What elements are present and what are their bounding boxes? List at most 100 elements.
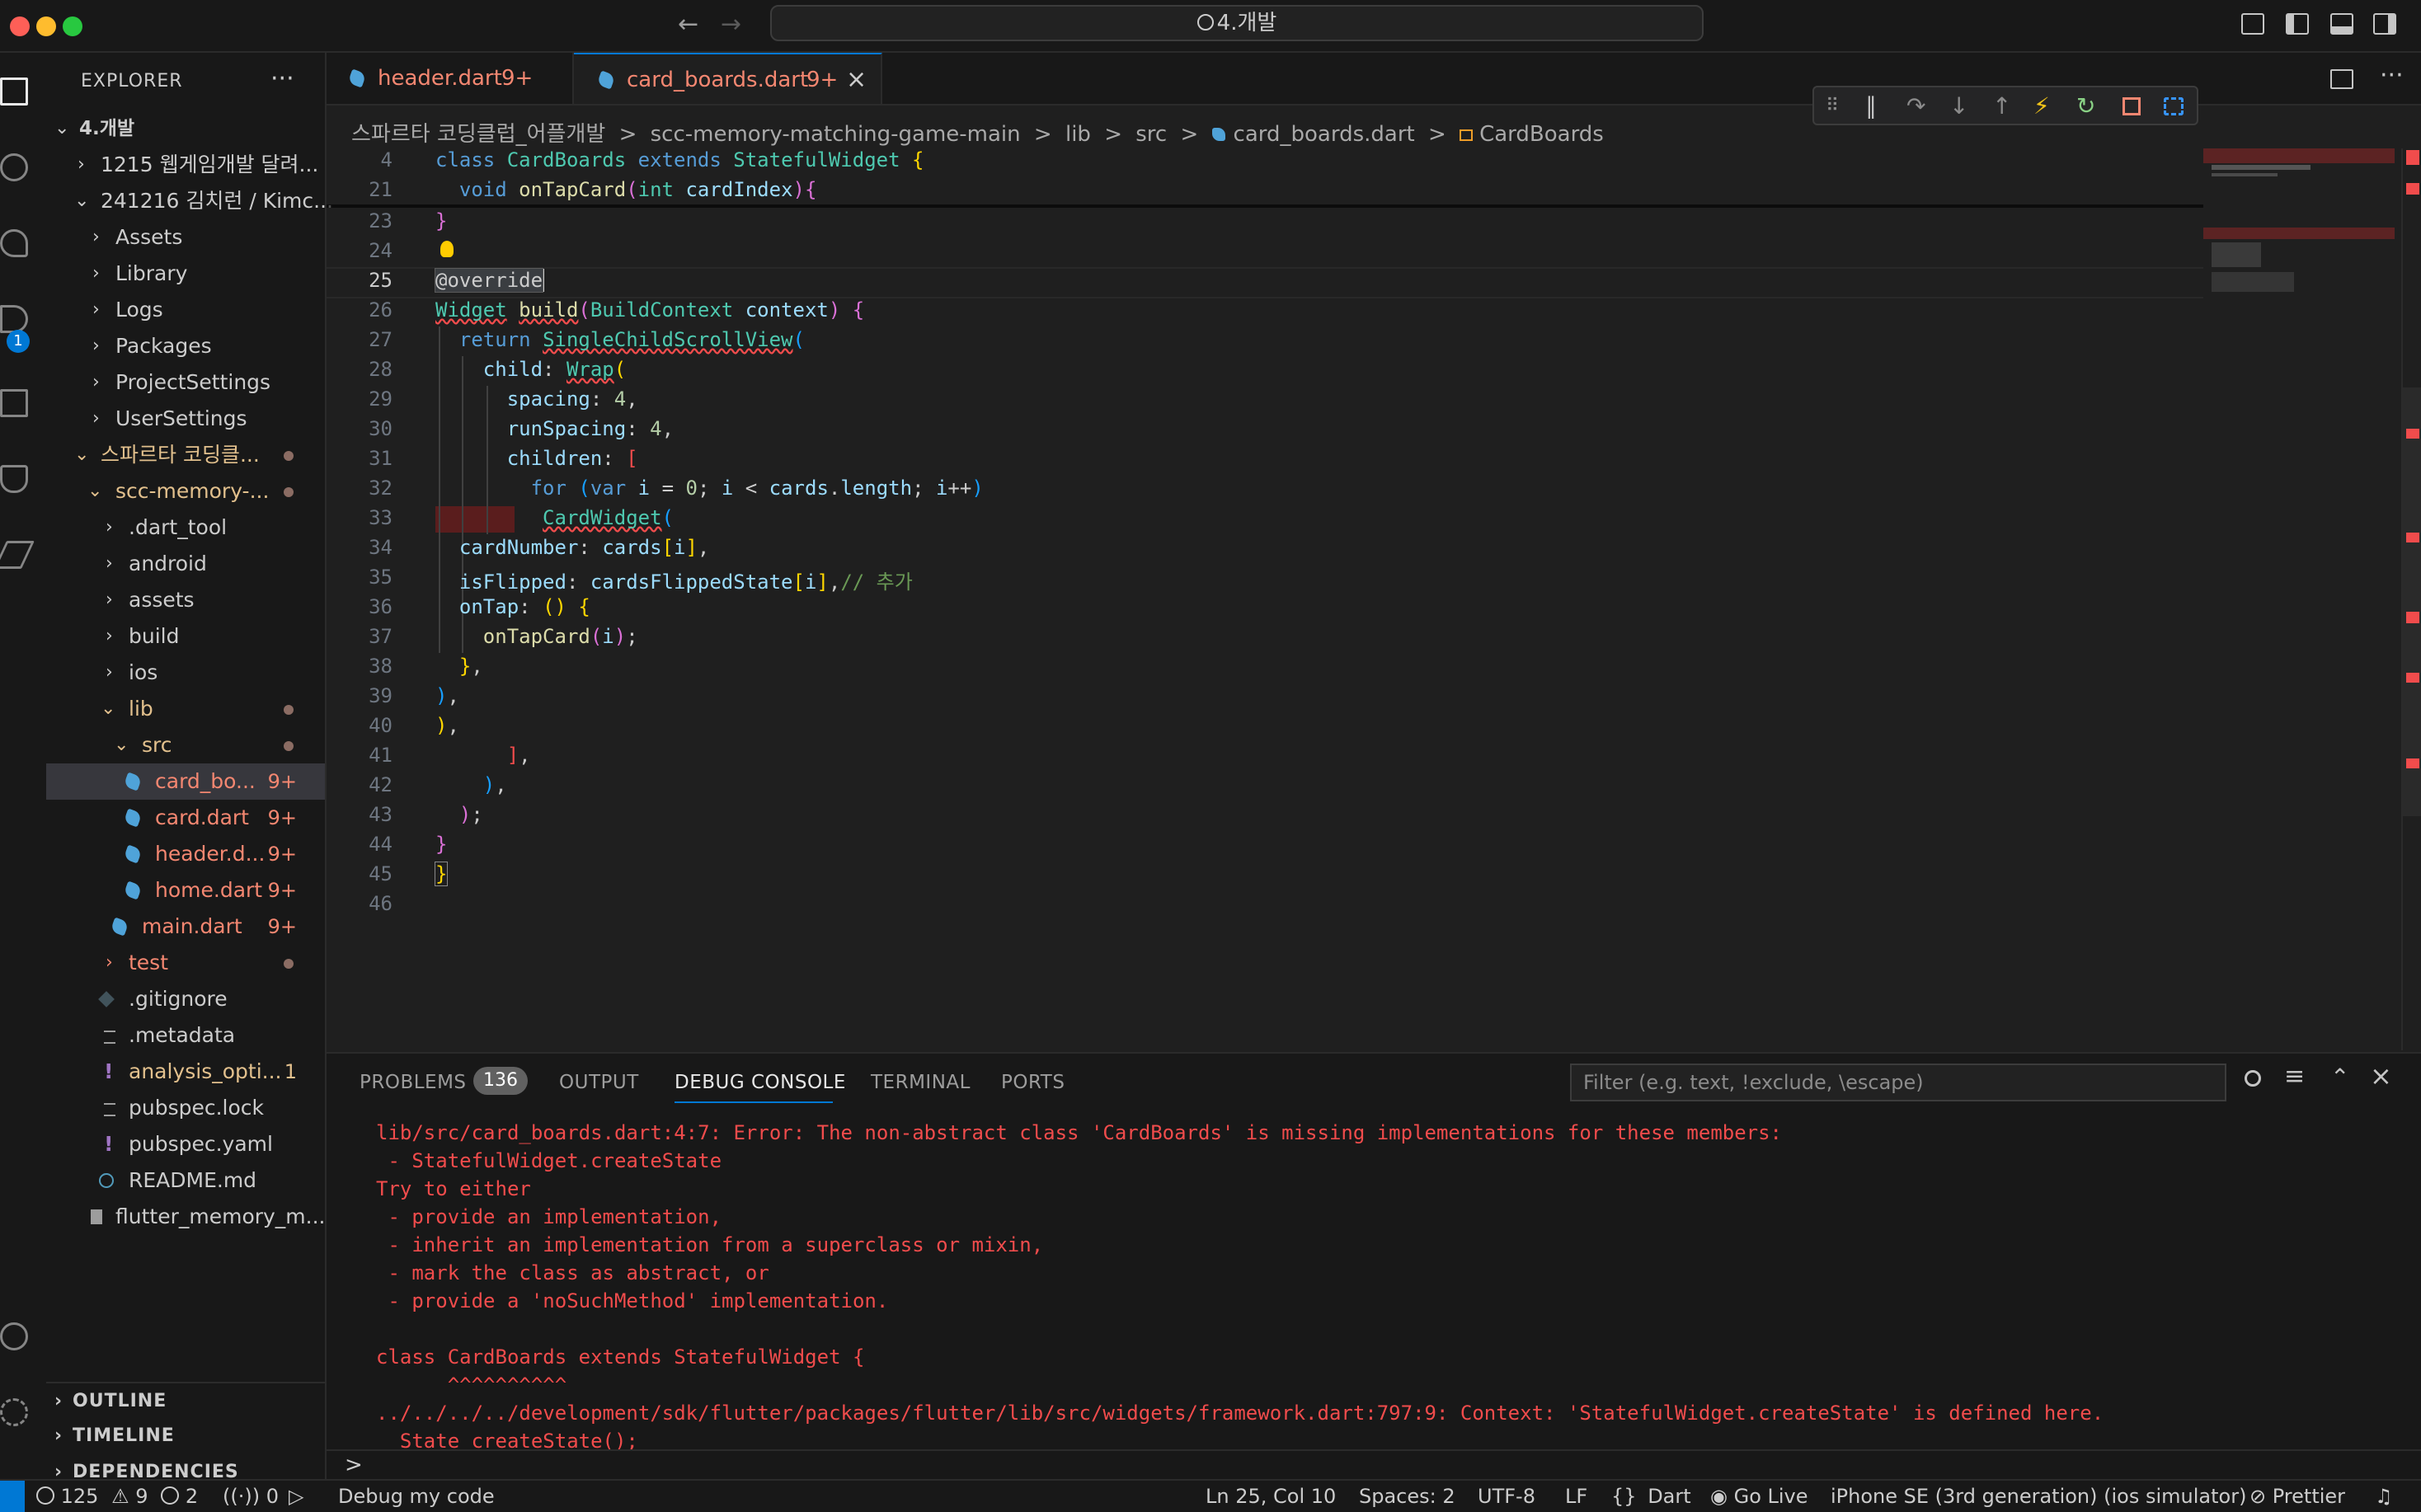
explorer-icon[interactable] — [0, 77, 28, 106]
tree-folder[interactable]: › android — [46, 546, 325, 582]
breadcrumb-item[interactable]: src — [1135, 122, 1167, 147]
lightbulb-icon[interactable] — [440, 241, 454, 257]
tree-folder[interactable]: › ProjectSettings — [46, 364, 325, 401]
customize-layout-icon[interactable] — [2241, 13, 2264, 35]
breadcrumb-item[interactable]: card_boards.dart — [1234, 122, 1415, 147]
tree-file[interactable]: main.dart 9+ — [46, 909, 325, 945]
step-out-icon[interactable]: ↑ — [1992, 94, 2011, 119]
tree-file[interactable]: header.d... 9+ — [46, 836, 325, 872]
tab-header-dart[interactable]: header.dart 9+ — [327, 53, 574, 104]
eol-status[interactable]: LF — [1565, 1481, 1587, 1512]
debug-config-status[interactable]: Debug my code — [338, 1481, 495, 1512]
flutter-icon[interactable] — [0, 541, 35, 569]
manage-gear-icon[interactable] — [0, 1398, 28, 1426]
tree-folder[interactable]: › build — [46, 618, 325, 655]
tab-debug-console[interactable]: DEBUG CONSOLE — [675, 1072, 846, 1093]
tree-folder[interactable]: › assets — [46, 582, 325, 618]
tree-folder[interactable]: › ios — [46, 655, 325, 691]
go-live-status[interactable]: ◉ Go Live — [1710, 1481, 1808, 1512]
editor-scrollbar[interactable] — [2401, 148, 2421, 1050]
search-view-icon[interactable] — [0, 153, 28, 181]
stop-icon[interactable] — [2122, 97, 2141, 115]
remote-indicator[interactable] — [0, 1481, 25, 1512]
tree-file[interactable]: card.dart 9+ — [46, 800, 325, 836]
back-arrow-icon[interactable]: ← — [678, 10, 698, 39]
step-over-icon[interactable]: ↷ — [1906, 94, 1925, 119]
accounts-icon[interactable] — [0, 1322, 28, 1350]
more-actions-icon[interactable]: ··· — [2380, 61, 2404, 90]
tree-file[interactable]: flutter_memory_m... — [46, 1199, 326, 1235]
breadcrumb-item[interactable]: CardBoards — [1479, 122, 1604, 147]
drag-handle-icon[interactable]: ⠿ — [1826, 94, 1839, 119]
breadcrumb-item[interactable]: 스파르타 코딩클럽_어플개발 — [351, 122, 605, 147]
toggle-panel-icon[interactable] — [2330, 13, 2353, 35]
breadcrumb-item[interactable]: scc-memory-matching-game-main — [651, 122, 1021, 147]
tree-folder[interactable]: ⌄ 241216 김치런 / Kimc... — [46, 183, 333, 219]
tree-file[interactable]: home.dart 9+ — [46, 872, 325, 909]
tree-file[interactable]: README.md — [46, 1162, 325, 1199]
console-filter-input[interactable]: Filter (e.g. text, !exclude, \escape) — [1570, 1064, 2226, 1101]
step-into-icon[interactable]: ↓ — [1949, 94, 1968, 119]
explorer-more-icon[interactable]: ··· — [270, 64, 294, 93]
source-control-icon[interactable] — [0, 229, 28, 257]
extensions-icon[interactable] — [0, 389, 28, 417]
tree-file[interactable]: .metadata — [46, 1017, 325, 1054]
tree-folder[interactable]: ⌄ scc-memory-... — [46, 473, 325, 509]
inspect-widget-icon[interactable] — [2164, 97, 2184, 115]
code-editor[interactable]: 4 21 23 24 25 26 27 28 29 30 31 32 33 34… — [327, 148, 2207, 1050]
tree-root[interactable]: ⌄ 4.개발 — [46, 110, 325, 147]
indentation-status[interactable]: Spaces: 2 — [1359, 1481, 1455, 1512]
close-panel-icon[interactable]: × — [2370, 1060, 2392, 1092]
tree-folder[interactable]: ⌄ 스파르타 코딩클... — [46, 437, 325, 473]
maximize-window-button[interactable] — [63, 16, 82, 36]
language-status[interactable]: {} Dart — [1611, 1481, 1691, 1512]
tree-folder[interactable]: ⌄ lib — [46, 691, 325, 727]
maximize-panel-icon[interactable]: ⌃ — [2330, 1064, 2349, 1091]
tree-file[interactable]: .gitignore — [46, 981, 325, 1017]
command-center-search[interactable]: 4.개발 — [770, 5, 1704, 41]
tab-card-boards-dart[interactable]: card_boards.dart 9+ × — [574, 53, 882, 104]
tree-folder[interactable]: › .dart_tool — [46, 509, 325, 546]
tree-file[interactable]: ! analysis_opti... 1 — [46, 1054, 325, 1090]
outline-section[interactable]: › OUTLINE — [46, 1382, 325, 1420]
tree-folder[interactable]: › Packages — [46, 328, 325, 364]
restart-icon[interactable]: ↻ — [2076, 94, 2095, 119]
tree-folder[interactable]: › Logs — [46, 292, 325, 328]
problems-status[interactable]: 125 ⚠ 9 2 — [36, 1481, 198, 1512]
console-input[interactable]: > — [327, 1449, 2421, 1482]
tree-folder[interactable]: › 1215 웹게임개발 달려... — [46, 147, 325, 183]
tree-folder[interactable]: ⌄ src — [46, 727, 325, 763]
scrollbar-thumb[interactable] — [2403, 387, 2421, 816]
encoding-status[interactable]: UTF-8 — [1478, 1481, 1535, 1512]
tab-close-icon[interactable]: × — [846, 54, 867, 106]
forward-arrow-icon[interactable]: → — [721, 10, 741, 39]
tab-terminal[interactable]: TERMINAL — [871, 1072, 971, 1093]
tree-file[interactable]: pubspec.lock — [46, 1090, 325, 1126]
testing-icon[interactable] — [0, 465, 28, 493]
clear-console-icon[interactable]: ≡ — [2284, 1062, 2305, 1091]
tree-folder[interactable]: › UserSettings — [46, 401, 325, 437]
hot-reload-icon[interactable]: ⚡ — [2033, 94, 2050, 119]
tree-file[interactable]: ! pubspec.yaml — [46, 1126, 325, 1162]
tree-file-selected[interactable]: card_bo... 9+ — [46, 763, 325, 800]
minimap[interactable] — [2203, 148, 2401, 313]
tab-problems[interactable]: PROBLEMS — [360, 1072, 467, 1093]
ports-status[interactable]: ((·)) 0 — [223, 1481, 279, 1512]
run-debug-icon[interactable] — [0, 305, 28, 333]
device-status[interactable]: iPhone SE (3rd generation) (ios simulato… — [1831, 1481, 2246, 1512]
toggle-primary-sidebar-icon[interactable] — [2286, 13, 2309, 35]
notifications-bell-icon[interactable]: ♫ — [2375, 1481, 2393, 1512]
pause-icon[interactable]: ∥ — [1865, 94, 1877, 119]
breadcrumb-item[interactable]: lib — [1065, 122, 1091, 147]
tree-folder[interactable]: › test — [46, 945, 325, 981]
close-window-button[interactable] — [10, 16, 30, 36]
search-icon[interactable] — [2245, 1070, 2261, 1087]
timeline-section[interactable]: › TIMELINE — [46, 1418, 325, 1454]
debug-launch-icon[interactable]: ▷ — [289, 1481, 303, 1512]
tab-output[interactable]: OUTPUT — [559, 1072, 639, 1093]
tab-ports[interactable]: PORTS — [1001, 1072, 1065, 1093]
prettier-status[interactable]: ⊘ Prettier — [2249, 1481, 2345, 1512]
minimize-window-button[interactable] — [36, 16, 56, 36]
split-editor-icon[interactable] — [2330, 69, 2353, 89]
tree-folder[interactable]: › Library — [46, 256, 325, 292]
